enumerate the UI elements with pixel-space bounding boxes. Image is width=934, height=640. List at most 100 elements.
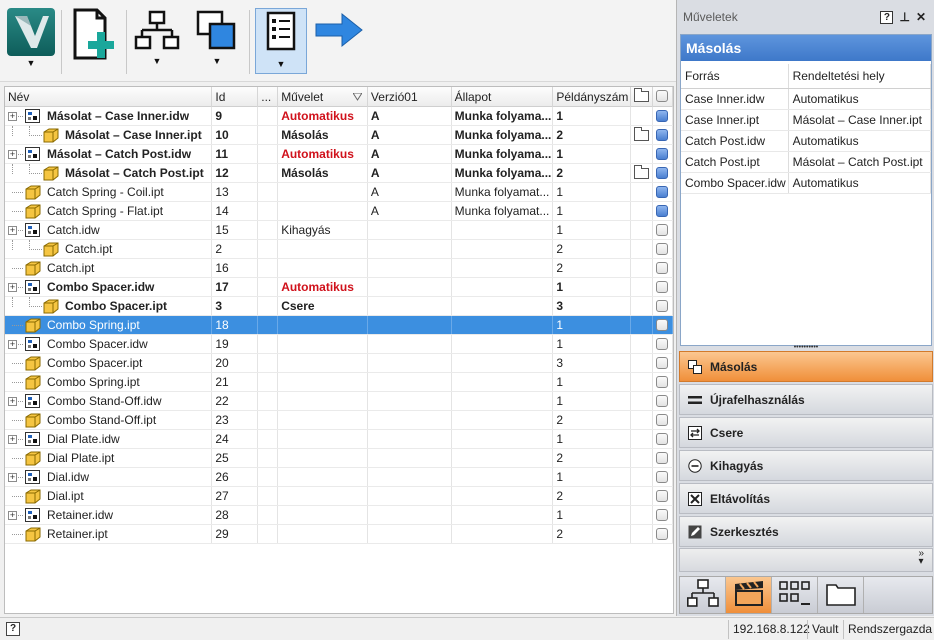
table-row[interactable]: + Dial Plate.idw 24 1 — [5, 430, 673, 449]
table-row[interactable]: Retainer.ipt 29 2 — [5, 525, 673, 544]
row-operation[interactable] — [278, 411, 368, 429]
table-row[interactable]: Combo Spacer.ipt 3 Csere 3 — [5, 297, 673, 316]
row-operation[interactable] — [278, 487, 368, 505]
row-operation[interactable]: Automatikus — [278, 107, 368, 125]
table-row[interactable]: + Combo Spacer.idw 19 1 — [5, 335, 673, 354]
row-operation[interactable] — [278, 183, 368, 201]
table-row[interactable]: + Catch.idw 15 Kihagyás 1 — [5, 221, 673, 240]
close-icon[interactable]: ✕ — [916, 10, 926, 24]
column-header-version[interactable]: Verzió01 — [368, 87, 452, 107]
row-operation[interactable]: Csere — [278, 297, 368, 315]
structure-button[interactable]: ▼ — [132, 8, 182, 74]
add-file-button[interactable] — [66, 8, 122, 74]
pin-icon[interactable]: ⊥ — [899, 10, 909, 24]
column-header-source[interactable]: Forrás — [681, 64, 789, 88]
mapping-row[interactable]: Case Inner.idw Automatikus — [681, 89, 931, 110]
splitter-handle[interactable]: •••••••••• — [680, 344, 932, 351]
row-name-cell[interactable]: + Másolat – Case Inner.idw — [5, 107, 213, 125]
row-checkbox[interactable] — [656, 414, 669, 426]
table-row[interactable]: Catch.ipt 16 2 — [5, 259, 673, 278]
next-arrow-button[interactable] — [313, 8, 365, 74]
expand-icon[interactable]: + — [8, 435, 17, 444]
column-header-operation[interactable]: Művelet — [278, 87, 368, 107]
table-row[interactable]: + Combo Stand-Off.idw 22 1 — [5, 392, 673, 411]
row-check-cell[interactable] — [653, 221, 673, 239]
expand-icon[interactable]: + — [8, 226, 17, 235]
row-name-cell[interactable]: + Combo Spacer.idw — [5, 335, 213, 353]
row-name-cell[interactable]: + Combo Spacer.idw — [5, 278, 213, 296]
row-checkbox[interactable] — [656, 148, 669, 160]
row-name-cell[interactable]: Catch Spring - Coil.ipt — [5, 183, 213, 201]
table-row[interactable]: Dial.ipt 27 2 — [5, 487, 673, 506]
row-operation[interactable] — [278, 354, 368, 372]
row-check-cell[interactable] — [653, 449, 673, 467]
expand-icon[interactable]: + — [8, 112, 17, 121]
row-check-cell[interactable] — [653, 506, 673, 524]
row-check-cell[interactable] — [653, 297, 673, 315]
operation-button[interactable]: Kihagyás — [679, 450, 933, 481]
table-row[interactable]: Combo Spacer.ipt 20 3 — [5, 354, 673, 373]
row-operation[interactable] — [278, 449, 368, 467]
row-operation[interactable] — [278, 316, 368, 334]
row-checkbox[interactable] — [656, 262, 669, 274]
row-checkbox[interactable] — [656, 376, 669, 388]
row-check-cell[interactable] — [653, 487, 673, 505]
operation-button[interactable]: Újrafelhasználás — [679, 384, 933, 415]
row-name-cell[interactable]: Combo Spring.ipt — [5, 316, 213, 334]
row-check-cell[interactable] — [653, 316, 673, 334]
row-checkbox[interactable] — [656, 110, 669, 122]
row-name-cell[interactable]: Combo Spring.ipt — [5, 373, 213, 391]
row-operation[interactable] — [278, 335, 368, 353]
row-name-cell[interactable]: Catch.ipt — [5, 240, 213, 258]
table-row[interactable]: Combo Spring.ipt 18 1 — [5, 316, 673, 335]
row-operation[interactable]: Másolás — [278, 126, 368, 144]
expand-icon[interactable]: + — [8, 397, 17, 406]
help-icon[interactable]: ? — [880, 10, 894, 24]
row-check-cell[interactable] — [653, 145, 673, 163]
row-checkbox[interactable] — [656, 243, 669, 255]
row-name-cell[interactable]: Dial Plate.ipt — [5, 449, 213, 467]
column-header-name[interactable]: Név — [5, 87, 213, 107]
row-checkbox[interactable] — [656, 490, 669, 502]
row-operation[interactable] — [278, 202, 368, 220]
row-check-cell[interactable] — [653, 411, 673, 429]
row-check-cell[interactable] — [653, 240, 673, 258]
row-name-cell[interactable]: + Combo Stand-Off.idw — [5, 392, 213, 410]
column-header-check[interactable] — [653, 87, 673, 107]
table-row[interactable]: + Combo Spacer.idw 17 Automatikus 1 — [5, 278, 673, 297]
row-operation[interactable] — [278, 430, 368, 448]
row-check-cell[interactable] — [653, 468, 673, 486]
row-name-cell[interactable]: Dial.ipt — [5, 487, 213, 505]
help-icon[interactable]: ? — [6, 622, 20, 636]
row-checkbox[interactable] — [656, 186, 669, 198]
row-check-cell[interactable] — [653, 373, 673, 391]
row-operation[interactable]: Automatikus — [278, 278, 368, 296]
row-checkbox[interactable] — [656, 528, 669, 540]
row-operation[interactable]: Kihagyás — [278, 221, 368, 239]
list-view-button[interactable]: ▼ — [255, 8, 307, 74]
nav-button-hierarchy[interactable] — [680, 577, 726, 613]
row-checkbox[interactable] — [656, 167, 669, 179]
row-operation[interactable] — [278, 259, 368, 277]
nav-button-folder[interactable] — [818, 577, 864, 613]
row-checkbox[interactable] — [656, 338, 669, 350]
expand-icon[interactable]: + — [8, 283, 17, 292]
mapping-row[interactable]: Combo Spacer.idw Automatikus — [681, 173, 931, 194]
row-name-cell[interactable]: Catch Spring - Flat.ipt — [5, 202, 213, 220]
mapping-row[interactable]: Catch Post.ipt Másolat – Catch Post.ipt — [681, 152, 931, 173]
column-header-id[interactable]: Id — [212, 87, 259, 107]
row-name-cell[interactable]: Retainer.ipt — [5, 525, 213, 543]
row-check-cell[interactable] — [653, 278, 673, 296]
copy-layout-button[interactable]: ▼ — [192, 8, 242, 74]
row-operation[interactable] — [278, 373, 368, 391]
table-row[interactable]: + Retainer.idw 28 1 — [5, 506, 673, 525]
row-name-cell[interactable]: + Catch.idw — [5, 221, 213, 239]
row-checkbox[interactable] — [656, 129, 669, 141]
expand-icon[interactable]: + — [8, 511, 17, 520]
row-name-cell[interactable]: Catch.ipt — [5, 259, 213, 277]
row-checkbox[interactable] — [656, 224, 669, 236]
vault-logo-button[interactable]: ▼ — [6, 8, 56, 74]
table-row[interactable]: Catch Spring - Flat.ipt 14 A Munka folyamat… — [5, 202, 673, 221]
row-checkbox[interactable] — [656, 300, 669, 312]
row-check-cell[interactable] — [653, 202, 673, 220]
